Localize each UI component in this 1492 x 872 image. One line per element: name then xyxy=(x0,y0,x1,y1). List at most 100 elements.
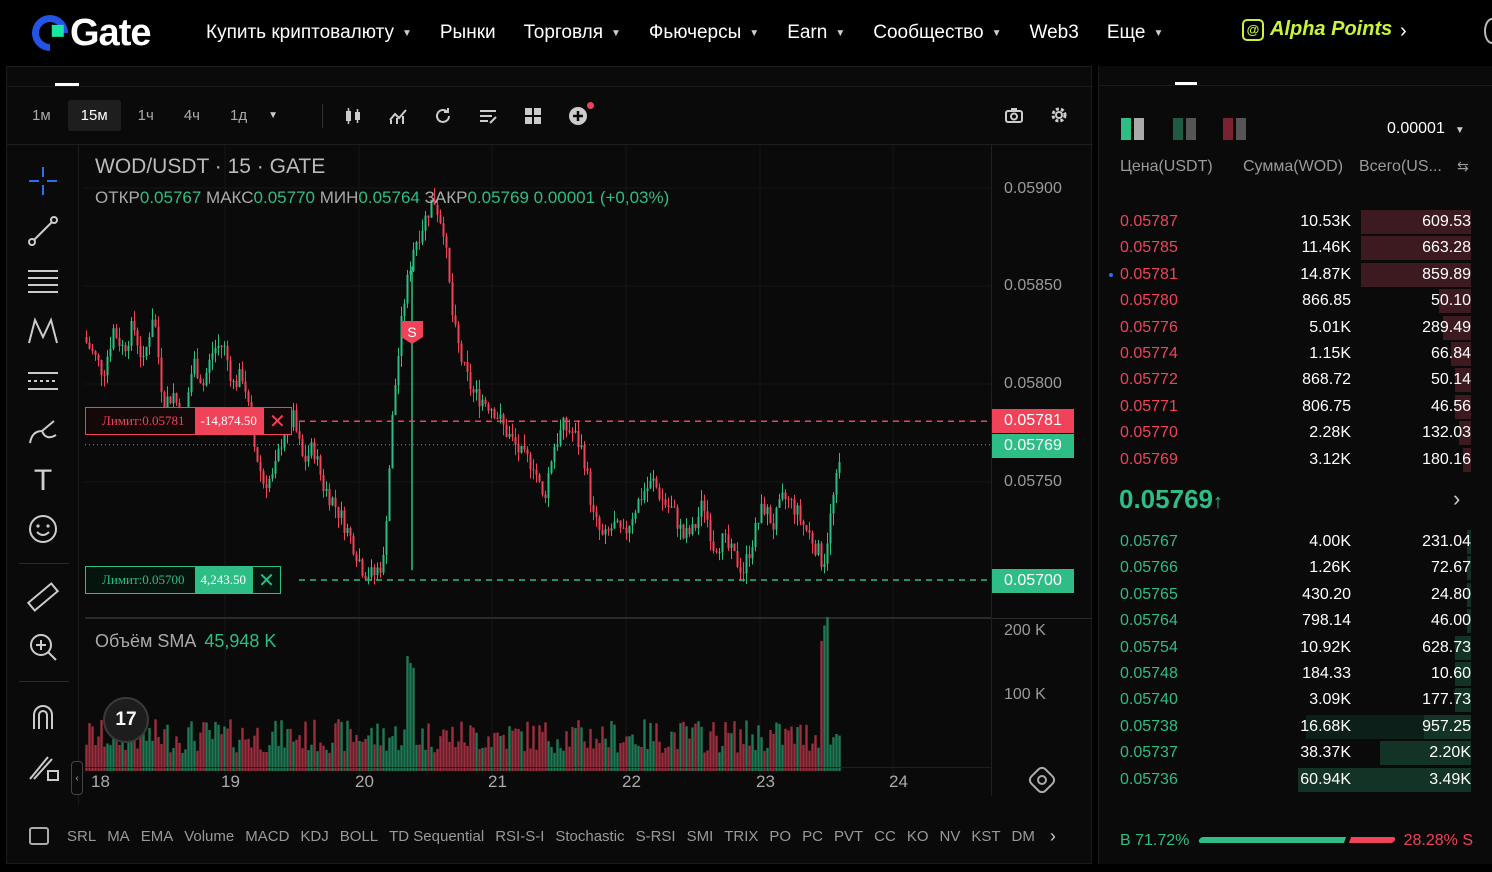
candle-body xyxy=(796,505,799,515)
timeframe-button[interactable]: 1ч xyxy=(125,100,167,131)
indicator-item[interactable]: NV xyxy=(940,828,961,845)
gate-logo[interactable]: Gate xyxy=(24,7,151,59)
text-tool-icon[interactable]: T xyxy=(25,463,61,499)
timeframe-button[interactable]: 1д xyxy=(217,100,260,131)
ask-row[interactable]: 0.05780 866.85 50.10 xyxy=(1099,289,1492,315)
bid-row[interactable]: 0.05737 38.37K 2.20K xyxy=(1099,741,1492,767)
layout-grid-icon[interactable] xyxy=(523,106,543,126)
bid-row[interactable]: 0.05736 60.94K 3.49K xyxy=(1099,767,1492,794)
ask-row[interactable]: 0.05781 14.87K 859.89 xyxy=(1099,262,1492,289)
indicator-item[interactable]: S-RSI xyxy=(636,828,676,845)
zoom-in-icon[interactable] xyxy=(25,629,61,665)
collapse-toolbar-button[interactable]: ‹ xyxy=(71,761,83,795)
calendar-icon[interactable] xyxy=(29,827,49,845)
bid-row[interactable]: 0.05754 10.92K 628.73 xyxy=(1099,635,1492,662)
indicator-item[interactable]: TD Sequential xyxy=(389,828,484,845)
bid-row[interactable]: 0.05764 798.14 46.00 xyxy=(1099,609,1492,635)
timeframe-button[interactable]: 4ч xyxy=(171,100,213,131)
indicator-item[interactable]: SMI xyxy=(687,828,714,845)
cancel-buy-order-icon[interactable]: ✕ xyxy=(252,567,281,593)
chevron-right-icon[interactable]: › xyxy=(1453,486,1460,512)
trend-line-icon[interactable] xyxy=(25,213,61,249)
orderbook-asks-icon[interactable] xyxy=(1223,118,1247,140)
indicator-item[interactable]: KST xyxy=(971,828,1000,845)
buy-limit-order[interactable]: Лимит:0.05700 4,243.50 ✕ xyxy=(85,566,282,594)
price-axis[interactable]: 0.05900 0.05850 0.05800 0.05750 0.05781 … xyxy=(991,145,1092,785)
indicator-item[interactable]: BOLL xyxy=(340,828,378,845)
magnet-icon[interactable] xyxy=(25,699,61,735)
lock-pencil-icon[interactable] xyxy=(25,749,61,785)
fib-lines-icon[interactable] xyxy=(25,263,61,299)
swap-columns-icon[interactable]: ⇆ xyxy=(1457,158,1469,175)
bid-row[interactable]: 0.05740 3.09K 177.73 xyxy=(1099,688,1492,714)
ask-row[interactable]: 0.05787 10.53K 609.53 xyxy=(1099,210,1492,236)
ask-row[interactable]: 0.05770 2.28K 132.03 xyxy=(1099,421,1492,447)
indicator-item[interactable]: TRIX xyxy=(724,828,758,845)
indicator-item[interactable]: RSI-S-I xyxy=(495,828,544,845)
orderbook-both-icon[interactable] xyxy=(1121,118,1145,140)
indicator-item[interactable]: CC xyxy=(874,828,896,845)
sell-limit-order[interactable]: Лимит:0.05781 -14,874.50 ✕ xyxy=(85,407,292,435)
ask-row[interactable]: 0.05776 5.01K 289.49 xyxy=(1099,315,1492,342)
channel-icon[interactable] xyxy=(25,363,61,399)
ruler-icon[interactable] xyxy=(25,579,61,615)
ask-row[interactable]: 0.05771 806.75 46.56 xyxy=(1099,394,1492,421)
timeframe-dropdown-icon[interactable]: ▼ xyxy=(268,110,278,121)
bid-row[interactable]: 0.05767 4.00K 231.04 xyxy=(1099,530,1492,556)
camera-icon[interactable] xyxy=(1004,105,1024,125)
gear-icon[interactable] xyxy=(1049,105,1069,125)
avatar[interactable] xyxy=(1484,18,1492,44)
bid-row[interactable]: 0.05738 16.68K 957.25 xyxy=(1099,714,1492,741)
indicators-icon[interactable] xyxy=(388,106,408,126)
nav-item[interactable]: Web3 xyxy=(1030,22,1079,44)
indicator-item[interactable]: PO xyxy=(769,828,791,845)
replay-icon[interactable] xyxy=(433,106,453,126)
indicator-item[interactable]: PVT xyxy=(834,828,863,845)
indicator-item[interactable]: KDJ xyxy=(300,828,328,845)
ask-row[interactable]: 0.05774 1.15K 66.84 xyxy=(1099,342,1492,368)
chevron-right-icon[interactable]: › xyxy=(1050,826,1056,847)
tradingview-logo[interactable]: 17 xyxy=(103,697,149,743)
pattern-icon[interactable] xyxy=(25,313,61,349)
timeframe-button[interactable]: 1м xyxy=(19,100,64,131)
brush-icon[interactable] xyxy=(25,413,61,449)
bid-row[interactable]: 0.05748 184.33 10.60 xyxy=(1099,662,1492,688)
bid-row[interactable]: 0.05766 1.26K 72.67 xyxy=(1099,556,1492,582)
indicator-item[interactable]: MA xyxy=(107,828,130,845)
indicator-item[interactable]: SRL xyxy=(67,828,96,845)
nav-item[interactable]: Еще ▼ xyxy=(1107,22,1164,44)
indicator-item[interactable]: DM xyxy=(1012,828,1035,845)
cancel-sell-order-icon[interactable]: ✕ xyxy=(262,408,291,434)
nav-item[interactable]: Сообщество ▼ xyxy=(873,22,1001,44)
nav-item[interactable]: Earn ▼ xyxy=(787,22,845,44)
nav-item[interactable]: Фьючерсы ▼ xyxy=(649,22,759,44)
volume-bar xyxy=(757,725,760,771)
add-plus-icon[interactable] xyxy=(568,101,595,126)
indicator-item[interactable]: MACD xyxy=(245,828,289,845)
indicator-item[interactable]: EMA xyxy=(141,828,174,845)
candle-type-icon[interactable] xyxy=(343,106,363,126)
ask-row[interactable]: 0.05772 868.72 50.14 xyxy=(1099,368,1492,394)
nav-item[interactable]: Торговля ▼ xyxy=(524,22,621,44)
nav-item[interactable]: Купить криптовалюту ▼ xyxy=(206,22,412,44)
ask-row[interactable]: 0.05769 3.12K 180.16 xyxy=(1099,447,1492,474)
indicator-item[interactable]: Stochastic xyxy=(555,828,624,845)
crosshair-icon[interactable] xyxy=(25,163,61,199)
orderbook-bids-icon[interactable] xyxy=(1173,118,1197,140)
nav-item[interactable]: Рынки xyxy=(440,22,496,44)
indicator-item[interactable]: Volume xyxy=(184,828,234,845)
time-axis[interactable]: 18 19 20 21 22 23 24 xyxy=(85,767,992,796)
price-chart[interactable]: S xyxy=(85,145,991,775)
indicator-item[interactable]: KO xyxy=(907,828,929,845)
alpha-points-link[interactable]: @ Alpha Points xyxy=(1242,18,1392,41)
precision-select[interactable]: 0.00001 ▼ xyxy=(1387,120,1465,138)
ask-row[interactable]: 0.05785 11.46K 663.28 xyxy=(1099,236,1492,262)
emoji-icon[interactable] xyxy=(25,511,61,547)
indicator-item[interactable]: PC xyxy=(802,828,823,845)
bid-row[interactable]: 0.05765 430.20 24.80 xyxy=(1099,582,1492,609)
timeframe-button[interactable]: 15м xyxy=(67,100,121,131)
sell-signal-marker[interactable]: S xyxy=(401,321,423,344)
price-tick: 0.05850 xyxy=(1004,277,1062,294)
chevron-right-icon[interactable]: › xyxy=(1400,20,1407,43)
templates-icon[interactable] xyxy=(478,106,498,126)
